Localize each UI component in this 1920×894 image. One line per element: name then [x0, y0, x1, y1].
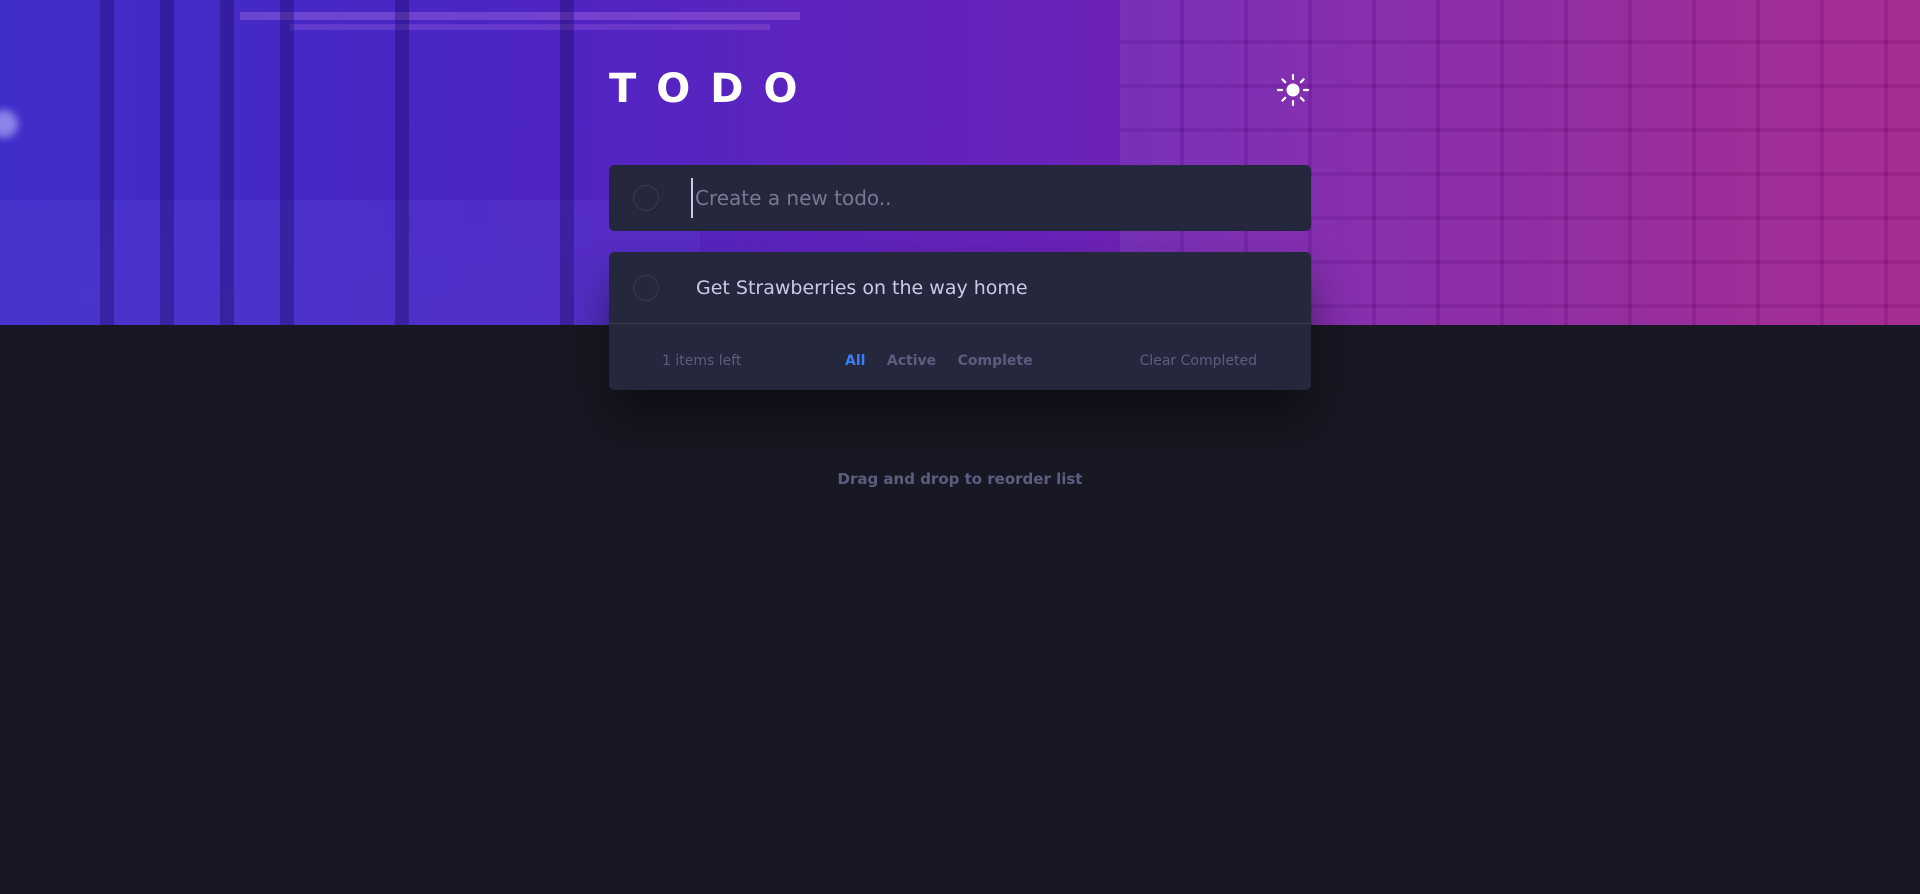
- todo-text: Get Strawberries on the way home: [696, 277, 1028, 299]
- todo-list-card: Get Strawberries on the way home 1 items…: [609, 252, 1311, 390]
- list-footer: 1 items left All Active Complete Clear C…: [609, 347, 1311, 377]
- bg-pillar: [280, 0, 294, 325]
- sun-icon: [1276, 73, 1310, 107]
- drag-drop-hint: Drag and drop to reorder list: [837, 470, 1083, 488]
- new-todo-card: [609, 165, 1311, 231]
- new-todo-input[interactable]: [691, 178, 1285, 218]
- bg-pillar: [160, 0, 174, 325]
- clear-completed-button[interactable]: Clear Completed: [1140, 353, 1257, 369]
- new-todo-checkbox[interactable]: [633, 185, 659, 211]
- filter-tabs: All Active Complete: [845, 353, 1050, 369]
- bg-pillar: [100, 0, 114, 325]
- app-title: TODO: [609, 66, 818, 112]
- items-left-count: 1 items left: [662, 353, 742, 369]
- app-header: TODO: [609, 64, 1311, 114]
- bg-lamp-glow: [0, 110, 18, 138]
- filter-complete[interactable]: Complete: [958, 353, 1033, 369]
- theme-toggle-button[interactable]: [1275, 72, 1311, 108]
- filter-active[interactable]: Active: [887, 353, 936, 369]
- bg-pillar: [560, 0, 574, 325]
- bg-ceiling-light: [240, 12, 800, 20]
- bg-pillar: [395, 0, 409, 325]
- todo-item[interactable]: Get Strawberries on the way home: [609, 252, 1311, 324]
- todo-checkbox[interactable]: [633, 275, 659, 301]
- bg-pillar: [220, 0, 234, 325]
- bg-ceiling-light-2: [290, 24, 770, 30]
- filter-all[interactable]: All: [845, 353, 865, 369]
